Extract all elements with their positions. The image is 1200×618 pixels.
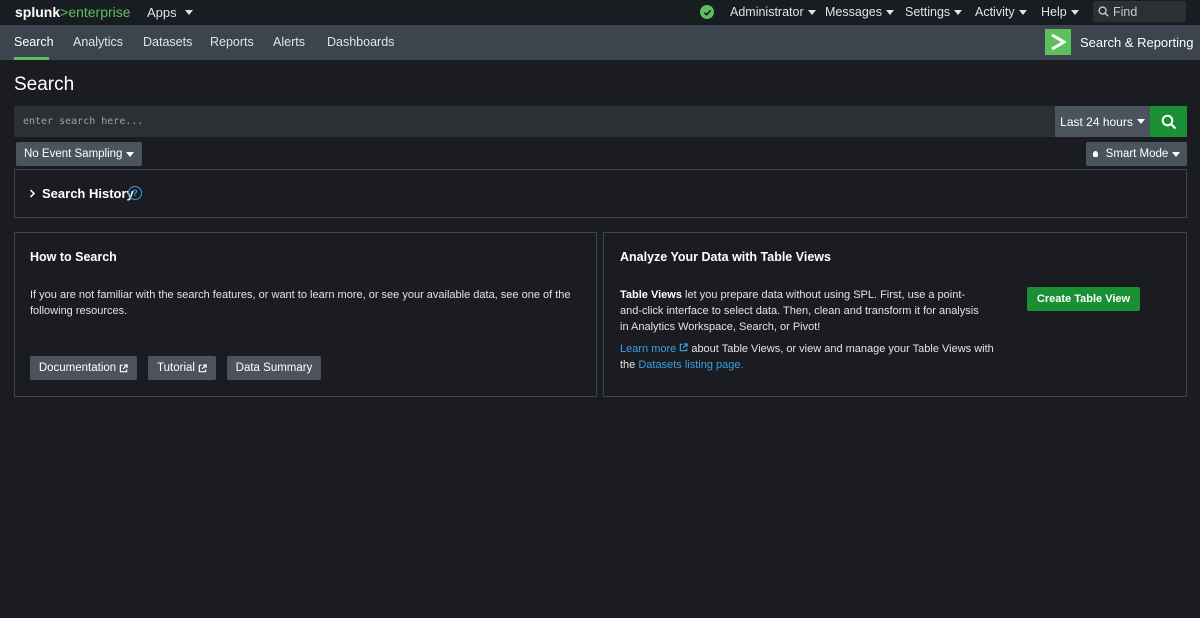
create-table-view-button[interactable]: Create Table View [1027,287,1140,311]
how-to-search-title: How to Search [30,250,117,264]
app-logo-icon [1045,29,1071,55]
learn-more-label: Learn more [620,343,677,355]
external-link-icon [198,363,207,372]
chevron-down-icon [954,10,963,16]
top-bar: splunk>enterprise Apps Administrator Mes… [0,0,1200,25]
chevron-down-icon [1136,119,1145,124]
how-to-search-text: If you are not familiar with the search … [30,289,571,317]
find-input[interactable] [1113,4,1183,19]
datasets-listing-link[interactable]: Datasets listing page. [638,359,743,371]
sampling-label: No Event Sampling [24,148,123,160]
menu-administrator[interactable]: Administrator [730,5,816,19]
tutorial-button[interactable]: Tutorial [148,356,216,380]
chevron-down-icon [126,151,135,157]
documentation-button[interactable]: Documentation [30,356,137,380]
check-circle-icon[interactable] [700,5,714,19]
menu-messages[interactable]: Messages [825,5,894,19]
external-link-icon [680,343,688,352]
table-views-bold: Table Views [620,289,682,301]
menu-label: Administrator [730,5,804,19]
tab-datasets[interactable]: Datasets [143,35,192,49]
data-summary-button[interactable]: Data Summary [227,356,321,380]
logo-product: enterprise [68,4,131,20]
search-history-panel[interactable]: Search History ? [14,169,1187,218]
menu-settings[interactable]: Settings [905,5,963,19]
lightbulb-icon [1092,151,1098,157]
table-views-text: Table Views let you prepare data without… [620,287,985,335]
logo-splunk: splunk [15,4,61,20]
app-name: Search & Reporting [1080,35,1194,50]
search-bar[interactable] [14,106,1055,137]
tab-alerts[interactable]: Alerts [273,35,305,49]
tutorial-label: Tutorial [157,362,195,374]
time-range-label: Last 24 hours [1060,114,1133,129]
table-views-title: Analyze Your Data with Table Views [620,250,831,264]
help-icon[interactable]: ? [128,186,142,200]
table-views-panel: Analyze Your Data with Table Views Table… [603,232,1187,397]
menu-label: Messages [825,5,882,19]
chevron-down-icon [184,10,193,15]
search-button[interactable] [1150,106,1187,137]
data-summary-label: Data Summary [235,362,313,374]
chevron-down-icon [807,10,816,16]
active-tab-indicator [14,57,49,60]
page-title: Search [14,74,75,95]
how-to-search-panel: How to Search If you are not familiar wi… [14,232,597,397]
table-views-links: Learn more about Table Views, or view an… [620,341,1000,373]
find-box[interactable] [1093,1,1186,22]
menu-label: Activity [975,5,1015,19]
tab-search[interactable]: Search [14,35,54,49]
chevron-down-icon [1172,151,1181,157]
chevron-down-icon [1018,10,1027,16]
chevron-down-icon [1070,10,1079,16]
menu-help[interactable]: Help [1041,5,1079,19]
chevron-down-icon [885,10,894,16]
search-history-title[interactable]: Search History [42,186,134,201]
chevron-right-icon [29,189,36,198]
tab-dashboards[interactable]: Dashboards [327,35,394,49]
time-range-picker[interactable]: Last 24 hours [1055,106,1150,137]
tab-reports[interactable]: Reports [210,35,254,49]
menu-activity[interactable]: Activity [975,5,1027,19]
menu-label: Settings [905,5,951,19]
event-sampling-dropdown[interactable]: No Event Sampling [16,142,143,166]
apps-label: Apps [147,5,177,20]
tab-analytics[interactable]: Analytics [73,35,123,49]
external-link-icon [119,363,128,372]
search-icon [1161,114,1176,129]
search-icon [1098,6,1109,17]
menu-label: Help [1041,5,1067,19]
app-bar: Search Analytics Datasets Reports Alerts… [0,25,1200,60]
apps-menu[interactable]: Apps [147,5,193,20]
documentation-label: Documentation [38,362,117,374]
search-input[interactable] [15,107,1054,136]
splunk-logo[interactable]: splunk>enterprise [15,4,131,20]
learn-more-link[interactable]: Learn more [620,343,688,355]
search-mode-dropdown[interactable]: Smart Mode [1086,142,1187,166]
mode-label: Smart Mode [1105,148,1169,160]
